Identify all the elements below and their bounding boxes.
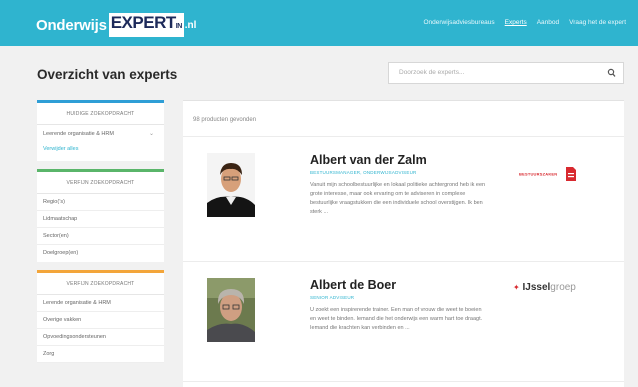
box-header: VERFIJN ZOEKOPDRACHT [37, 273, 164, 295]
site-logo[interactable]: Onderwijs EXPERTIN .nl [36, 13, 196, 37]
filter-regio[interactable]: Regio(’s) [37, 194, 164, 211]
logo-part1: Onderwijs [36, 16, 107, 34]
box-header: HUIDIGE ZOEKOPDRACHT [37, 103, 164, 125]
expert-name[interactable]: Albert van der Zalm [310, 153, 427, 167]
expert-company-logo[interactable]: ✦ IJsselgroep [513, 282, 576, 293]
company-logo-text: BESTUURSZAKEN [519, 171, 558, 177]
search-icon[interactable] [607, 67, 617, 79]
nav-item-adviesbureaus[interactable]: Onderwijsadviesbureaus [423, 19, 494, 26]
active-filter-value: Leerende organisatie & HRM [43, 131, 114, 137]
search-placeholder: Doorzoek de experts... [399, 69, 465, 76]
reset-filters-link[interactable]: Verwijder alles [37, 143, 164, 161]
expert-role: SENIOR ADVISEUR [310, 295, 355, 300]
page-title: Overzicht van experts [37, 67, 178, 82]
expert-photo[interactable] [207, 278, 255, 342]
box-header: VERFIJN ZOEKOPDRACHT [37, 172, 164, 194]
refine-topic-box: VERFIJN ZOEKOPDRACHT Lerende organisatie… [37, 270, 164, 363]
nav-item-experts[interactable]: Experts [505, 19, 527, 26]
logo-part2: EXPERTIN [108, 13, 184, 37]
top-bar: Onderwijs EXPERTIN .nl Onderwijsadviesbu… [0, 0, 638, 46]
expert-role: BESTUURSMANAGER, ONDERWIJSADVISEUR [310, 170, 417, 175]
filter-topic-zorg[interactable]: Zorg [37, 346, 164, 363]
filter-sector[interactable]: Sector(en) [37, 228, 164, 245]
active-filter-select[interactable]: Leerende organisatie & HRM ⌄ [37, 125, 164, 143]
document-icon [565, 166, 576, 181]
filter-sidebar: HUIDIGE ZOEKOPDRACHT Leerende organisati… [37, 100, 164, 371]
search-input[interactable]: Doorzoek de experts... [388, 62, 624, 84]
logo-part2-small: IN [175, 23, 183, 30]
divider [183, 381, 624, 382]
expert-name[interactable]: Albert de Boer [310, 278, 396, 292]
filter-topic-lerende-organisatie[interactable]: Lerende organisatie & HRM [37, 295, 164, 312]
nav-item-aanbod[interactable]: Aanbod [537, 19, 559, 26]
filter-topic-opvoeding[interactable]: Opvoedingsondersteunen [37, 329, 164, 346]
company-logo-main: IJssel [522, 282, 551, 293]
filter-doelgroep[interactable]: Doelgroep(en) [37, 245, 164, 262]
filter-lidmaatschap[interactable]: Lidmaatschap [37, 211, 164, 228]
filter-topic-overige-vakken[interactable]: Overige vakken [37, 312, 164, 329]
nav-item-vraag-expert[interactable]: Vraag het de expert [569, 19, 626, 26]
logo-part3: .nl [184, 19, 197, 31]
expert-photo[interactable] [207, 153, 255, 217]
company-logo-mark: ✦ [513, 283, 520, 292]
expert-company-logo[interactable]: BESTUURSZAKEN [519, 165, 578, 183]
current-search-box: HUIDIGE ZOEKOPDRACHT Leerende organisati… [37, 100, 164, 161]
refine-search-box: VERFIJN ZOEKOPDRACHT Regio(’s) Lidmaatsc… [37, 169, 164, 262]
expert-description: Vanuit mijn schoolbestuurlijke en lokaal… [310, 182, 486, 215]
results-panel: 98 producten gevonden Albert van der Zal… [183, 100, 624, 387]
expert-card[interactable]: Albert van der Zalm BESTUURSMANAGER, OND… [183, 137, 624, 255]
result-count: 98 producten gevonden [193, 117, 257, 123]
company-logo-rest: groep [550, 282, 576, 293]
main-nav: Onderwijsadviesbureaus Experts Aanbod Vr… [423, 19, 626, 26]
chevron-down-icon: ⌄ [148, 131, 154, 137]
expert-card[interactable]: Albert de Boer SENIOR ADVISEUR U zoekt e… [183, 262, 624, 380]
logo-part2-text: EXPERT [110, 13, 177, 32]
expert-description: U zoekt een inspirerende trainer. Een ma… [310, 307, 483, 331]
